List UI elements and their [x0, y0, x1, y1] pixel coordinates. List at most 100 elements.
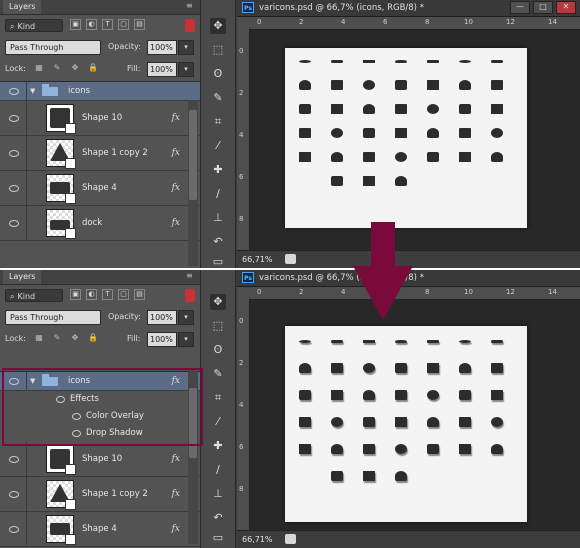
quick-select-tool-icon[interactable]: ✎ — [210, 366, 226, 382]
smart-object-filter-icon[interactable]: ▤ — [134, 289, 145, 300]
adjustment-filter-icon[interactable]: ◐ — [86, 289, 97, 300]
panel-menu-icon[interactable]: ≡ — [186, 2, 196, 10]
lock-transparent-icon[interactable]: ▦ — [34, 63, 44, 73]
fx-icon[interactable]: fx — [172, 512, 180, 546]
move-tool-icon[interactable]: ✥ — [210, 18, 226, 34]
filter-toggle[interactable] — [185, 19, 195, 32]
zoom-level[interactable]: 66,71% — [242, 251, 273, 268]
opacity-input[interactable]: 100% — [147, 310, 177, 325]
eyedropper-tool-icon[interactable]: ⁄ — [210, 138, 226, 154]
healing-tool-icon[interactable]: ✚ — [210, 438, 226, 454]
healing-tool-icon[interactable]: ✚ — [210, 162, 226, 178]
adjustment-filter-icon[interactable]: ◐ — [86, 19, 97, 30]
brush-tool-icon[interactable]: ∕ — [210, 462, 226, 478]
canvas-area[interactable] — [250, 300, 580, 530]
blend-mode-select[interactable]: Pass Through ⇕ — [5, 310, 395, 325]
chevron-down-icon[interactable]: ▼ — [30, 82, 35, 100]
layer-row[interactable]: Shape 10 fx — [0, 101, 200, 136]
visibility-eye-icon[interactable] — [0, 206, 27, 240]
tab-layers[interactable]: Layers — [3, 0, 42, 14]
document-info-icon[interactable] — [285, 254, 296, 264]
kind-filter-select[interactable]: ⌕ Kind — [5, 19, 63, 32]
artboard[interactable] — [285, 326, 527, 522]
filter-toggle[interactable] — [185, 289, 195, 302]
vertical-ruler[interactable]: 0 2 4 6 8 — [237, 29, 250, 250]
history-brush-tool-icon[interactable]: ↶ — [210, 510, 226, 526]
canvas-area[interactable] — [250, 30, 580, 250]
fx-icon[interactable]: fx — [172, 136, 180, 170]
panel-menu-icon[interactable]: ≡ — [186, 272, 196, 280]
fill-input[interactable]: 100% — [147, 332, 177, 347]
lock-image-icon[interactable]: ✎ — [52, 333, 62, 343]
history-brush-tool-icon[interactable]: ↶ — [210, 234, 226, 250]
image-filter-icon[interactable]: ▣ — [70, 289, 81, 300]
horizontal-ruler[interactable]: 0 2 4 6 8 10 12 14 — [249, 17, 580, 30]
visibility-eye-icon[interactable] — [0, 442, 27, 476]
fx-icon[interactable]: fx — [172, 206, 180, 240]
layer-row[interactable]: Shape 4 fx — [0, 512, 200, 547]
blend-mode-select[interactable]: Pass Through ⇕ — [5, 40, 395, 55]
scrollbar-thumb[interactable] — [189, 110, 197, 200]
tab-layers[interactable]: Layers — [3, 270, 42, 284]
image-filter-icon[interactable]: ▣ — [70, 19, 81, 30]
layer-row[interactable]: Shape 1 copy 2 fx — [0, 136, 200, 171]
document-info-icon[interactable] — [285, 534, 296, 544]
layer-row[interactable]: Shape 10 fx — [0, 442, 200, 477]
document-tab[interactable]: Ps varicons.psd @ 66,7% (icons, RGB/8) *… — [237, 0, 580, 17]
lasso-tool-icon[interactable]: ʘ — [210, 342, 226, 358]
stamp-tool-icon[interactable]: ⊥ — [210, 210, 226, 226]
marquee-tool-icon[interactable]: ⬚ — [210, 318, 226, 334]
fx-icon[interactable]: fx — [172, 477, 180, 511]
marquee-tool-icon[interactable]: ⬚ — [210, 42, 226, 58]
lock-transparent-icon[interactable]: ▦ — [34, 333, 44, 343]
layer-row[interactable]: Shape 1 copy 2 fx — [0, 477, 200, 512]
visibility-eye-icon[interactable] — [0, 136, 27, 170]
lock-all-icon[interactable]: 🔒 — [88, 63, 98, 73]
visibility-eye-icon[interactable] — [0, 101, 27, 135]
lock-all-icon[interactable]: 🔒 — [88, 333, 98, 343]
fx-icon[interactable]: fx — [172, 442, 180, 476]
layer-row[interactable]: Shape 4 fx — [0, 171, 200, 206]
fill-input[interactable]: 100% — [147, 62, 177, 77]
opacity-dropdown-icon[interactable]: ▾ — [178, 40, 194, 55]
type-filter-icon[interactable]: T — [102, 289, 113, 300]
fill-dropdown-icon[interactable]: ▾ — [178, 62, 194, 77]
kind-filter-select[interactable]: ⌕ Kind — [5, 289, 63, 302]
layer-row[interactable]: dock fx — [0, 206, 200, 241]
opacity-dropdown-icon[interactable]: ▾ — [178, 310, 194, 325]
zoom-level[interactable]: 66,71% — [242, 531, 273, 548]
type-filter-icon[interactable]: T — [102, 19, 113, 30]
layer-row-group[interactable]: ▼ icons — [0, 82, 200, 101]
eraser-tool-icon[interactable]: ▭ — [210, 254, 226, 268]
shape-filter-icon[interactable]: ▢ — [118, 19, 129, 30]
maximize-button[interactable]: □ — [533, 1, 553, 14]
layers-scrollbar[interactable] — [188, 100, 198, 266]
eraser-tool-icon[interactable]: ▭ — [210, 530, 226, 546]
visibility-eye-icon[interactable] — [0, 82, 27, 100]
fill-dropdown-icon[interactable]: ▾ — [178, 332, 194, 347]
brush-tool-icon[interactable]: ∕ — [210, 186, 226, 202]
smart-object-filter-icon[interactable]: ▤ — [134, 19, 145, 30]
lock-position-icon[interactable]: ✥ — [70, 63, 80, 73]
eyedropper-tool-icon[interactable]: ⁄ — [210, 414, 226, 430]
lock-position-icon[interactable]: ✥ — [70, 333, 80, 343]
move-tool-icon[interactable]: ✥ — [210, 294, 226, 310]
horizontal-ruler[interactable]: 0 2 4 6 8 10 12 14 — [249, 287, 580, 300]
crop-tool-icon[interactable]: ⌗ — [210, 390, 226, 406]
quick-select-tool-icon[interactable]: ✎ — [210, 90, 226, 106]
crop-tool-icon[interactable]: ⌗ — [210, 114, 226, 130]
close-button[interactable]: ✕ — [556, 1, 576, 14]
opacity-input[interactable]: 100% — [147, 40, 177, 55]
stamp-tool-icon[interactable]: ⊥ — [210, 486, 226, 502]
visibility-eye-icon[interactable] — [0, 512, 27, 546]
fx-icon[interactable]: fx — [172, 101, 180, 135]
vertical-ruler[interactable]: 0 2 4 6 8 — [237, 299, 250, 530]
fx-icon[interactable]: fx — [172, 171, 180, 205]
visibility-eye-icon[interactable] — [0, 171, 27, 205]
lasso-tool-icon[interactable]: ʘ — [210, 66, 226, 82]
visibility-eye-icon[interactable] — [0, 477, 27, 511]
minimize-button[interactable]: — — [510, 1, 530, 14]
lock-image-icon[interactable]: ✎ — [52, 63, 62, 73]
artboard[interactable] — [285, 48, 527, 228]
shape-filter-icon[interactable]: ▢ — [118, 289, 129, 300]
